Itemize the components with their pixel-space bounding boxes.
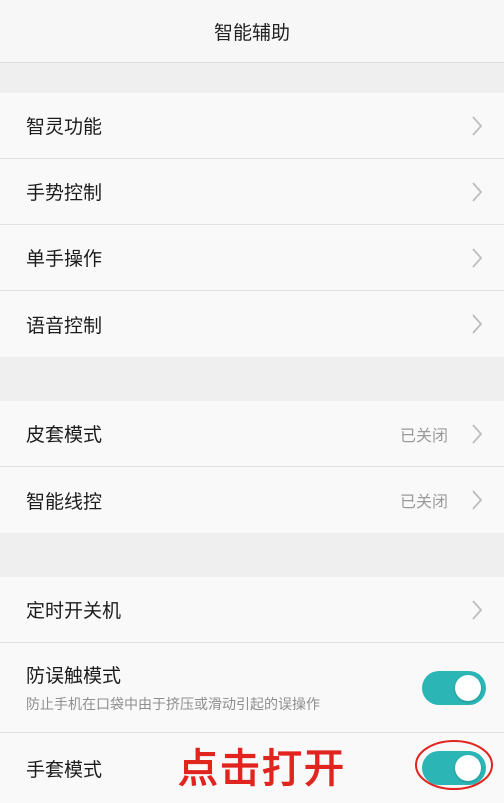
menu-item-zhiling[interactable]: 智灵功能 xyxy=(0,93,504,159)
page-title: 智能辅助 xyxy=(213,21,290,44)
annotation-label: 点击打开 xyxy=(178,746,346,792)
chevron-right-icon xyxy=(466,247,488,269)
menu-item-gesture-control[interactable]: 手势控制 xyxy=(0,159,504,225)
menu-item-subtitle: 防止手机在口袋中由于挤压或滑动引起的误操作 xyxy=(26,697,320,713)
chevron-right-icon xyxy=(466,313,488,335)
section-gap xyxy=(0,63,504,93)
menu-item-one-hand[interactable]: 单手操作 xyxy=(0,225,504,291)
chevron-right-icon xyxy=(466,115,488,137)
menu-item-smart-wire[interactable]: 智能线控 已关闭 xyxy=(0,467,504,533)
menu-item-text: 防误触模式 防止手机在口袋中由于挤压或滑动引起的误操作 xyxy=(26,661,422,714)
status-text: 已关闭 xyxy=(399,425,448,445)
section-gap xyxy=(0,533,504,577)
glove-mode-toggle[interactable] xyxy=(422,751,486,785)
menu-item-label: 定时开关机 xyxy=(26,600,122,622)
menu-item-label: 语音控制 xyxy=(26,314,103,337)
menu-item-label: 皮套模式 xyxy=(26,424,103,446)
menu-item-flip-cover[interactable]: 皮套模式 已关闭 xyxy=(0,401,504,467)
settings-group-1: 智灵功能 手势控制 单手操作 语音控制 xyxy=(0,93,504,357)
menu-item-label: 手势控制 xyxy=(26,182,103,204)
page-header: 智能辅助 xyxy=(0,0,504,63)
menu-item-pocket-mode: 防误触模式 防止手机在口袋中由于挤压或滑动引起的误操作 xyxy=(0,643,504,733)
chevron-right-icon xyxy=(466,423,488,445)
toggle-knob xyxy=(455,755,481,781)
section-gap xyxy=(0,357,504,401)
chevron-right-icon xyxy=(466,181,488,203)
pocket-mode-toggle[interactable] xyxy=(422,670,486,705)
settings-group-2: 皮套模式 已关闭 智能线控 已关闭 xyxy=(0,401,504,533)
chevron-right-icon xyxy=(466,599,488,621)
menu-item-scheduled-power[interactable]: 定时开关机 xyxy=(0,577,504,643)
chevron-right-icon xyxy=(466,489,488,511)
menu-item-label: 智能线控 xyxy=(26,490,103,513)
menu-item-voice-control[interactable]: 语音控制 xyxy=(0,291,504,357)
status-text: 已关闭 xyxy=(399,492,448,511)
menu-item-label: 智灵功能 xyxy=(26,116,103,138)
toggle-knob xyxy=(455,674,481,701)
menu-item-label: 单手操作 xyxy=(26,248,103,270)
menu-item-label: 防误触模式 xyxy=(26,665,122,687)
